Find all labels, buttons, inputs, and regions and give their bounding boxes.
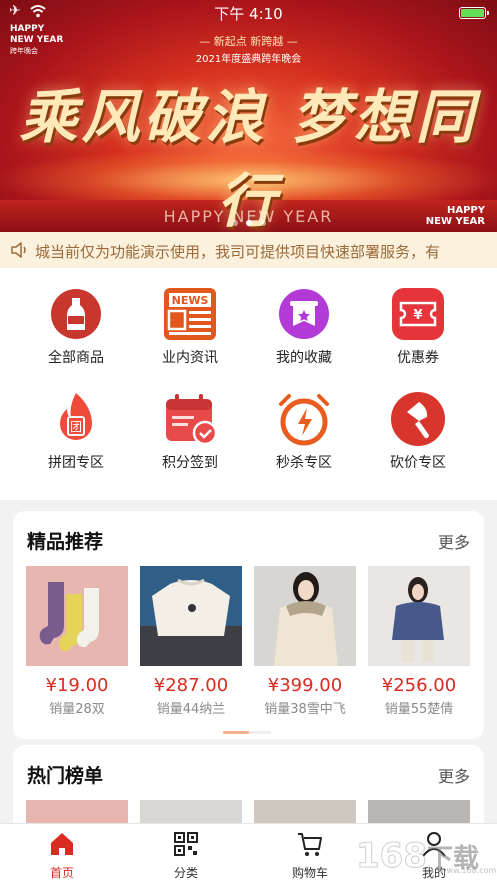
carousel-dot[interactable] [245,220,252,226]
battery-icon [459,7,489,19]
status-bar: ✈ 下午 4:10 [0,0,497,26]
home-icon [51,833,73,855]
product-sales: 销量28双 [49,702,105,717]
carousel-dot[interactable] [259,220,266,226]
product-price: ¥256.00 [381,675,457,696]
menu-item-coupons[interactable]: ¥ 优惠券 [356,285,480,367]
product-image [254,566,356,666]
product-price: ¥287.00 [153,675,229,696]
product-price: ¥19.00 [45,675,109,696]
home-banner-carousel[interactable]: HAPPY NEW YEAR 跨年晚会 — 新起点 新跨越 — 2021年度盛典… [0,0,497,232]
hot-title: 热门榜单 [27,765,104,787]
menu-item-flash-sale[interactable]: 秒杀专区 [242,390,366,472]
product-card[interactable]: ¥287.00 销量44纳兰 [140,566,242,717]
product-sales: 销量38雪中飞 [264,702,346,717]
product-image [26,566,128,666]
product-price: ¥399.00 [267,675,343,696]
product-image [140,566,242,666]
menu-item-bargain[interactable]: 砍价专区 [356,390,480,472]
horizontal-scrollbar[interactable] [223,731,271,734]
status-time: 下午 4:10 [214,5,283,23]
tab-cart[interactable]: 购物车 [248,830,372,881]
svg-text:NEWS: NEWS [172,294,209,307]
coupon-icon: ¥ [389,285,447,343]
tab-category[interactable]: 分类 [124,830,248,881]
watermark-url: www.168.com [440,866,497,875]
product-sales: 销量55楚倩 [384,702,454,717]
menu-item-favorites[interactable]: 我的收藏 [242,285,366,367]
banner-subtitle-2: 2021年度盛典跨年晚会 [195,54,302,65]
banner-subtitle: — 新起点 新跨越 — [199,35,298,48]
calendar-check-icon [161,390,219,448]
notice-text: 城当前仅为功能演示使用，我司可提供项目快速部署服务，有 [35,243,441,261]
menu-item-group-buy[interactable]: 团 拼团专区 [14,390,138,472]
flash-alarm-icon [275,390,333,448]
menu-item-all-products[interactable]: 全部商品 [14,285,138,367]
favorite-flag-icon [275,285,333,343]
group-buy-flame-icon: 团 [47,390,105,448]
hot-more-link[interactable]: 更多 [438,763,470,787]
product-card[interactable]: ¥256.00 销量55楚倩 [368,566,470,717]
news-icon: NEWS [161,285,219,343]
carousel-dot[interactable] [231,220,238,226]
carousel-indicator [0,211,497,230]
qr-grid-icon [174,832,198,856]
featured-title: 精品推荐 [27,531,104,553]
notice-bar[interactable]: 城当前仅为功能演示使用，我司可提供项目快速部署服务，有 [0,232,497,268]
tab-home[interactable]: 首页 [0,830,124,881]
quick-menu-grid: 全部商品 NEWS 业内资讯 我的收藏 ¥ 优惠券 团 拼团专区 积分签到 秒杀… [0,268,497,500]
wine-bottle-icon [47,285,105,343]
featured-more-link[interactable]: 更多 [438,529,470,553]
product-image [368,566,470,666]
product-sales: 销量44纳兰 [156,702,226,717]
product-card[interactable]: ¥399.00 销量38雪中飞 [254,566,356,717]
cart-icon [298,833,322,856]
svg-text:¥: ¥ [413,308,422,323]
speaker-icon [11,242,26,258]
bargain-knife-icon [389,390,447,448]
product-card[interactable]: ¥19.00 销量28双 [26,566,128,717]
menu-item-industry-news[interactable]: NEWS 业内资讯 [128,285,252,367]
featured-section: 精品推荐 更多 ¥19.00 销量28双 ¥287.00 销量44纳兰 ¥399… [13,511,484,739]
svg-text:团: 团 [70,420,82,434]
menu-item-points-checkin[interactable]: 积分签到 [128,390,252,472]
